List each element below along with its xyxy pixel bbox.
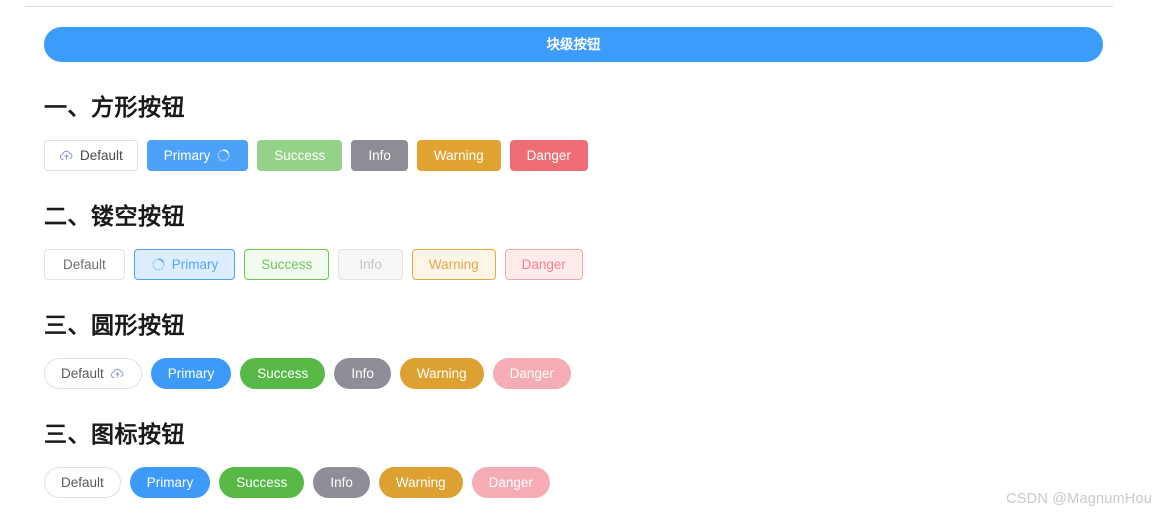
icon-danger-label: Danger [488,474,533,490]
square-default-button[interactable]: Default [44,140,138,172]
square-info-button[interactable]: Info [351,140,408,172]
hollow-danger-label: Danger [521,256,566,272]
top-divider [25,6,1113,7]
square-warning-label: Warning [433,147,484,163]
hollow-default-label: Default [63,256,106,272]
button-row-round: Default Primary Success Info Warning Dan… [44,358,1104,390]
hollow-primary-label: Primary [171,256,219,272]
hollow-warning-button[interactable]: Warning [411,249,496,281]
round-primary-button[interactable]: Primary [150,358,232,390]
round-info-label: Info [351,365,374,381]
button-row-hollow: Default Primary Success Info Warning Dan… [44,249,1104,281]
hollow-default-button[interactable]: Default [44,249,125,281]
button-row-square: Default Primary Success Info Warning Dan… [44,140,1104,172]
square-primary-button[interactable]: Primary [146,140,249,172]
hollow-info-label: Info [359,256,382,272]
round-info-button[interactable]: Info [334,358,391,390]
icon-warning-label: Warning [395,474,446,490]
cloud-upload-icon [59,148,74,163]
round-default-button[interactable]: Default [44,358,142,390]
round-default-label: Default [61,365,104,381]
hollow-info-button[interactable]: Info [338,249,403,281]
icon-success-label: Success [236,474,288,490]
round-success-button[interactable]: Success [240,358,326,390]
round-primary-label: Primary [167,365,215,381]
round-danger-button[interactable]: Danger [492,358,571,390]
square-danger-label: Danger [526,147,571,163]
hollow-danger-button[interactable]: Danger [504,249,583,281]
round-success-label: Success [257,365,309,381]
square-default-label: Default [80,147,123,163]
watermark-text: CSDN @MagnumHou [1006,491,1152,507]
hollow-warning-label: Warning [428,256,479,272]
square-success-label: Success [274,147,326,163]
section-title-square: 一、方形按钮 [44,94,185,120]
square-danger-button[interactable]: Danger [509,140,588,172]
round-warning-button[interactable]: Warning [399,358,484,390]
icon-default-button[interactable]: Default [44,467,121,499]
hollow-success-label: Success [261,256,313,272]
hollow-success-button[interactable]: Success [244,249,330,281]
square-info-label: Info [368,147,391,163]
square-primary-label: Primary [163,147,211,163]
icon-info-label: Info [330,474,353,490]
loading-spinner-icon [151,257,166,272]
icon-default-label: Default [61,474,104,490]
icon-danger-button[interactable]: Danger [471,467,550,499]
page-root: 块级按钮 一、方形按钮 Default Primary Success Info… [0,0,1166,513]
section-title-icon: 三、图标按钮 [44,421,185,448]
square-success-button[interactable]: Success [257,140,343,172]
square-warning-button[interactable]: Warning [416,140,501,172]
content-area: 块级按钮 一、方形按钮 Default Primary Success Info… [44,27,1104,499]
icon-primary-button[interactable]: Primary [129,467,211,499]
block-button[interactable]: 块级按钮 [44,27,1103,62]
loading-spinner-icon [216,148,231,163]
round-warning-label: Warning [416,365,467,381]
section-title-hollow: 二、镂空按钮 [44,203,185,230]
cloud-upload-icon [110,366,125,381]
round-danger-label: Danger [509,365,554,381]
icon-warning-button[interactable]: Warning [378,467,463,499]
icon-info-button[interactable]: Info [313,467,370,499]
icon-success-button[interactable]: Success [219,467,305,499]
section-title-round: 三、圆形按钮 [44,312,185,339]
button-row-icon: Default Primary Success Info Warning Dan… [44,467,1104,499]
icon-primary-label: Primary [146,474,194,490]
hollow-primary-button[interactable]: Primary [133,249,236,281]
